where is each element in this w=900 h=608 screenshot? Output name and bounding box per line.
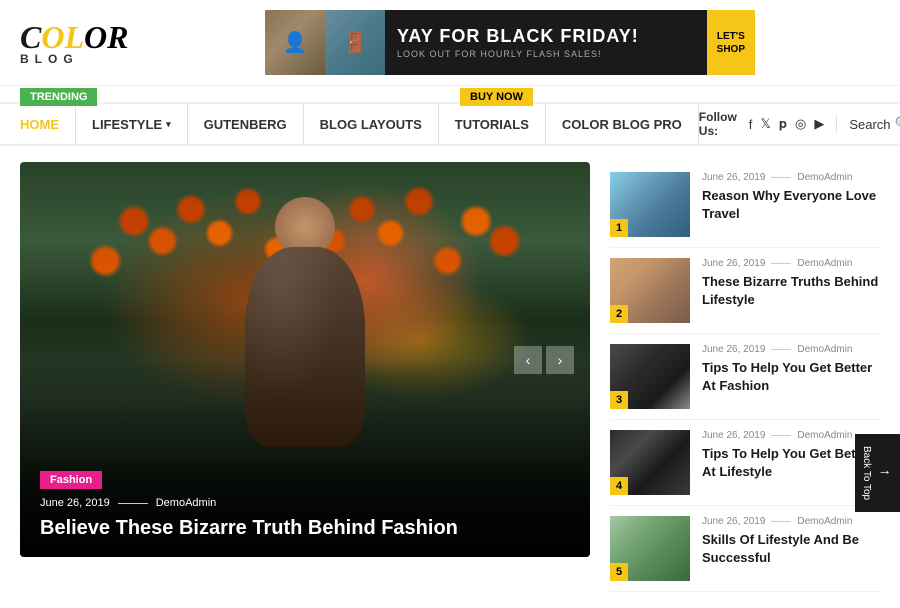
featured-overlay: Fashion June 26, 2019 DemoAdmin Believe … [20, 454, 590, 557]
sidebar-date-1: June 26, 2019 [702, 172, 765, 183]
sidebar-thumb-2: 2 [610, 258, 690, 323]
nav-item-tutorials[interactable]: TUTORIALS [439, 103, 546, 145]
thumb-number-4: 4 [610, 477, 628, 495]
ad-title: YAY FOR BLACK FRIDAY! [397, 26, 695, 47]
sidebar-title-2[interactable]: These Bizarre Truths Behind Lifestyle [702, 273, 880, 308]
ad-container[interactable]: 👤 🚪 YAY FOR BLACK FRIDAY! LOOK OUT FOR H… [265, 10, 755, 75]
sidebar-posts: 1 June 26, 2019 DemoAdmin Reason Why Eve… [610, 162, 880, 592]
nav-right: Follow Us: f 𝕏 𝐩 ◎ ▶ Search 🔍 [699, 110, 900, 138]
sidebar-meta-2: June 26, 2019 DemoAdmin [702, 258, 880, 269]
sidebar-meta-1: June 26, 2019 DemoAdmin [702, 172, 880, 183]
follow-us-label: Follow Us: [699, 110, 737, 138]
prev-arrow[interactable]: ‹ [514, 346, 542, 374]
pinterest-icon[interactable]: 𝐩 [779, 116, 787, 132]
sidebar-dash-1 [771, 177, 791, 178]
twitter-icon[interactable]: 𝕏 [760, 116, 770, 132]
featured-title[interactable]: Believe These Bizarre Truth Behind Fashi… [40, 515, 570, 541]
sidebar-post-3[interactable]: 3 June 26, 2019 DemoAdmin Tips To Help Y… [610, 334, 880, 420]
social-icons: f 𝕏 𝐩 ◎ ▶ [749, 116, 825, 132]
header: COLOR BLOG 👤 🚪 YAY FOR BLACK FRIDAY! LOO… [0, 0, 900, 86]
sidebar-thumb-4: 4 [610, 430, 690, 495]
facebook-icon[interactable]: f [749, 117, 753, 132]
thumb-number-2: 2 [610, 305, 628, 323]
search-label: Search [849, 117, 890, 132]
sidebar-date-5: June 26, 2019 [702, 516, 765, 527]
meta-divider [118, 503, 148, 504]
main-nav: HOME LIFESTYLE ▾ GUTENBERG BLOG LAYOUTS … [0, 104, 900, 146]
featured-date: June 26, 2019 [40, 497, 110, 509]
sidebar-content-1: June 26, 2019 DemoAdmin Reason Why Every… [702, 172, 880, 222]
youtube-icon[interactable]: ▶ [814, 116, 824, 132]
ad-image-1: 👤 [265, 10, 325, 75]
featured-category[interactable]: Fashion [40, 471, 102, 489]
sidebar-title-1[interactable]: Reason Why Everyone Love Travel [702, 187, 880, 222]
sidebar-author-1: DemoAdmin [797, 172, 852, 183]
ad-shop-button[interactable]: LET'S SHOP [707, 10, 755, 75]
featured-meta: June 26, 2019 DemoAdmin [40, 497, 570, 509]
sidebar-title-3[interactable]: Tips To Help You Get Better At Fashion [702, 359, 880, 394]
trending-label: TRENDING [20, 88, 97, 106]
header-ad-banner: 👤 🚪 YAY FOR BLACK FRIDAY! LOOK OUT FOR H… [140, 10, 880, 75]
sidebar-date-3: June 26, 2019 [702, 344, 765, 355]
sidebar-author-2: DemoAdmin [797, 258, 852, 269]
back-to-top-button[interactable]: ↑ Back To Top [855, 434, 900, 512]
sidebar-post-1[interactable]: 1 June 26, 2019 DemoAdmin Reason Why Eve… [610, 162, 880, 248]
featured-post: ‹ › Fashion June 26, 2019 DemoAdmin Beli… [20, 162, 590, 557]
sidebar-date-4: June 26, 2019 [702, 430, 765, 441]
sidebar-author-5: DemoAdmin [797, 516, 852, 527]
sidebar-thumb-3: 3 [610, 344, 690, 409]
sidebar-meta-3: June 26, 2019 DemoAdmin [702, 344, 880, 355]
site-logo[interactable]: COLOR BLOG [20, 19, 140, 66]
sidebar-post-4[interactable]: 4 June 26, 2019 DemoAdmin Tips To Help Y… [610, 420, 880, 506]
search-button[interactable]: Search 🔍 [836, 116, 900, 132]
sidebar-thumb-1: 1 [610, 172, 690, 237]
sidebar-dash-2 [771, 263, 791, 264]
sidebar-content-5: June 26, 2019 DemoAdmin Skills Of Lifest… [702, 516, 880, 566]
main-content: ‹ › Fashion June 26, 2019 DemoAdmin Beli… [0, 146, 900, 608]
sidebar-meta-4: June 26, 2019 DemoAdmin [702, 430, 880, 441]
sidebar-date-2: June 26, 2019 [702, 258, 765, 269]
nav-item-home[interactable]: HOME [20, 103, 76, 145]
featured-author: DemoAdmin [156, 497, 217, 509]
next-arrow[interactable]: › [546, 346, 574, 374]
ad-text-content: YAY FOR BLACK FRIDAY! LOOK OUT FOR HOURL… [385, 18, 707, 67]
sidebar-content-2: June 26, 2019 DemoAdmin These Bizarre Tr… [702, 258, 880, 308]
chevron-down-icon: ▾ [166, 119, 171, 130]
sidebar-post-2[interactable]: 2 June 26, 2019 DemoAdmin These Bizarre … [610, 248, 880, 334]
thumb-number-3: 3 [610, 391, 628, 409]
sidebar-author-4: DemoAdmin [797, 430, 852, 441]
nav-item-lifestyle[interactable]: LIFESTYLE ▾ [76, 103, 188, 145]
nav-item-blog-layouts[interactable]: BLOG LAYOUTS [304, 103, 439, 145]
up-arrow-icon: ↑ [878, 469, 894, 476]
sidebar-dash-3 [771, 349, 791, 350]
instagram-icon[interactable]: ◎ [795, 116, 806, 132]
logo-text: COLOR [20, 19, 128, 56]
buy-now-label[interactable]: BUY NOW [460, 88, 533, 106]
sidebar-dash-4 [771, 435, 791, 436]
thumb-number-5: 5 [610, 563, 628, 581]
ad-image-2: 🚪 [325, 10, 385, 75]
sidebar-content-3: June 26, 2019 DemoAdmin Tips To Help You… [702, 344, 880, 394]
sidebar-title-5[interactable]: Skills Of Lifestyle And Be Successful [702, 531, 880, 566]
slider-navigation: ‹ › [514, 346, 574, 374]
logo-blog: BLOG [20, 52, 79, 66]
trending-bar: TRENDING BUY NOW [0, 86, 900, 104]
search-icon: 🔍 [895, 116, 900, 132]
sidebar-meta-5: June 26, 2019 DemoAdmin [702, 516, 880, 527]
sidebar-thumb-5: 5 [610, 516, 690, 581]
nav-item-gutenberg[interactable]: GUTENBERG [188, 103, 304, 145]
ad-images: 👤 🚪 [265, 10, 385, 75]
sidebar-dash-5 [771, 521, 791, 522]
sidebar-title-4[interactable]: Tips To Help You Get Better At Lifestyle [702, 445, 880, 480]
thumb-number-1: 1 [610, 219, 628, 237]
back-to-top-label: Back To Top [861, 446, 872, 500]
nav-links: HOME LIFESTYLE ▾ GUTENBERG BLOG LAYOUTS … [20, 103, 699, 145]
sidebar-post-5[interactable]: 5 June 26, 2019 DemoAdmin Skills Of Life… [610, 506, 880, 592]
ad-subtitle: LOOK OUT FOR HOURLY FLASH SALES! [397, 49, 695, 59]
sidebar-author-3: DemoAdmin [797, 344, 852, 355]
nav-item-color-blog-pro[interactable]: COLOR BLOG PRO [546, 103, 699, 145]
sidebar-content-4: June 26, 2019 DemoAdmin Tips To Help You… [702, 430, 880, 480]
